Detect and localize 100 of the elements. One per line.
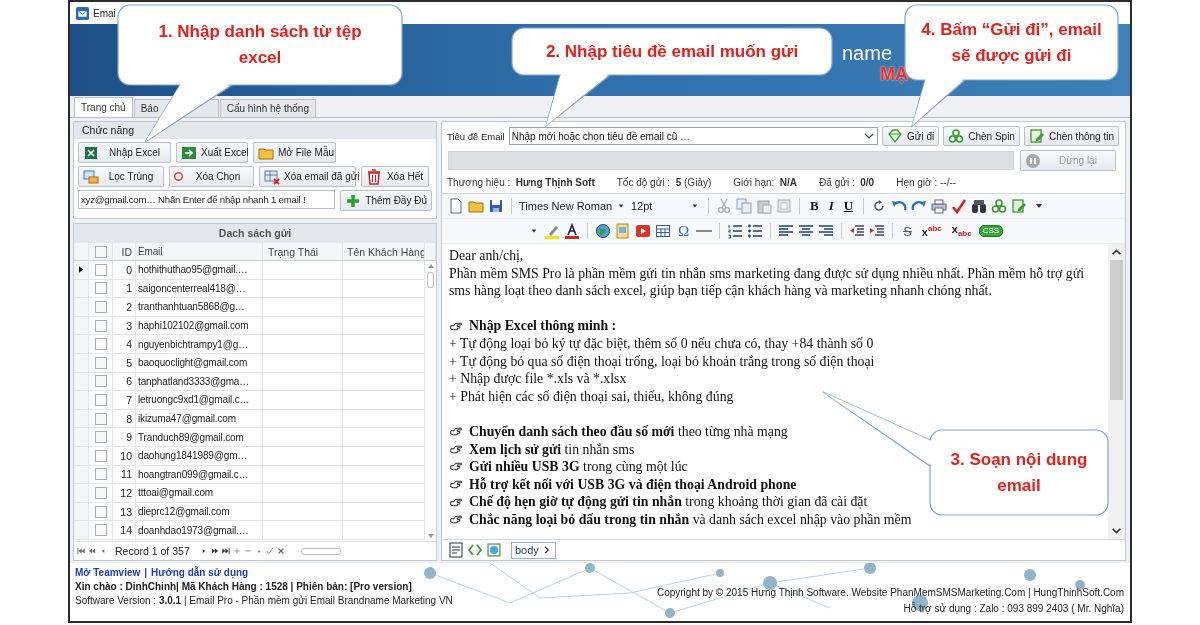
banner-subtitle: MẠ — [880, 64, 908, 84]
outdent-icon — [849, 223, 866, 239]
banner-text: name — [842, 42, 893, 64]
checkbox[interactable] — [94, 412, 107, 425]
scroll-thumb[interactable] — [1110, 260, 1123, 400]
symbol-button[interactable]: Ω — [675, 222, 693, 240]
window-title: Emai — [93, 7, 116, 19]
scroll-thumb[interactable] — [300, 547, 341, 555]
table-cell: daohung1841989@gm… — [136, 446, 263, 465]
checkbox[interactable] — [94, 468, 107, 481]
checkbox[interactable] — [94, 524, 107, 537]
table-cell: 9 — [113, 428, 136, 446]
group-title: Chức năng — [74, 122, 436, 139]
column-header[interactable]: Email — [136, 243, 263, 260]
table-icon — [655, 223, 671, 239]
printer-icon — [931, 198, 948, 214]
checkbox[interactable] — [94, 245, 107, 258]
size-dropdown[interactable]: 12pt — [631, 200, 701, 212]
feature-text: Xem lịch sử gửi tin nhắn sms — [469, 440, 635, 459]
add-button[interactable]: Thêm Đầy Đủ — [340, 190, 432, 211]
callout-text: 3. Soạn nội dung email — [949, 448, 1089, 497]
table-cell: 4 — [113, 335, 136, 353]
windows-icon — [83, 168, 99, 185]
table-cell: hothithuthao95@gmail.… — [136, 261, 263, 279]
line-icon — [696, 230, 713, 232]
paragraph-text: Dear anh/chị, — [449, 247, 525, 265]
breadcrumb-tag[interactable]: body — [511, 541, 556, 559]
export-icon — [181, 144, 197, 161]
teamview-link[interactable]: Mở Teamview — [75, 567, 141, 578]
tab[interactable]: Trang chủ — [74, 97, 133, 117]
checkbox[interactable] — [94, 356, 107, 369]
email-input-field[interactable]: xyz@gmail.com… Nhấn Enter để nhập nhanh 1 email ! — [78, 190, 336, 209]
callout-text: 2. Nhập tiêu đề email muốn gửi — [545, 40, 799, 63]
last-icon — [220, 546, 231, 556]
column-header[interactable]: ID — [113, 243, 136, 260]
globe-icon — [595, 223, 611, 239]
envelope-icon — [76, 6, 89, 20]
guide-link[interactable]: Hướng dẫn sử dụng — [151, 567, 249, 578]
status-text: Tốc độ gửi : 5 (Giây) — [616, 177, 712, 188]
format-button[interactable]: U — [840, 197, 857, 215]
toolbar-button[interactable]: Mở File Mẫu — [253, 142, 336, 163]
checkbox[interactable] — [94, 486, 107, 499]
preview-icon — [486, 542, 502, 558]
checkbox[interactable] — [94, 319, 107, 332]
column-header[interactable]: Trạng Thái — [263, 243, 343, 260]
binoculars-icon — [971, 198, 988, 214]
checkbox[interactable] — [94, 338, 107, 351]
scroll-down-icon[interactable] — [1112, 528, 1121, 534]
version-info: Software Version : 3.0.1 | Email Pro - Phần mềm gửi Email Brandname Marketing VN — [75, 595, 453, 606]
table-cell: 13 — [113, 502, 136, 521]
toolbar-button[interactable]: Xuất Excel — [176, 142, 248, 163]
toolbar-button[interactable]: Xóa Hết — [361, 166, 429, 187]
indent-icon — [869, 223, 886, 239]
feature-text: Nhập Excel thông minh : — [469, 317, 617, 335]
toolbar-button[interactable]: Lọc Trùng — [78, 166, 164, 187]
tab[interactable]: Cấu hình hệ thống — [219, 99, 316, 117]
action-button[interactable]: Chèn thông tin — [1023, 126, 1119, 146]
scroll-thumb[interactable] — [427, 272, 434, 288]
format-button[interactable]: B — [807, 197, 822, 215]
status-text: Thương hiệu : Hưng Thịnh Soft — [447, 177, 595, 188]
checkbox[interactable] — [94, 449, 107, 462]
checkbox[interactable] — [94, 301, 107, 313]
scroll-up-icon[interactable] — [1112, 249, 1121, 255]
table-cell: letruongc9xd1@gmail.c… — [136, 391, 263, 409]
action-button[interactable]: Chèn Spin — [943, 126, 1020, 146]
first-icon — [76, 546, 86, 556]
subject-field[interactable]: Nhập mới hoặc chọn tiêu đề email cũ … — [508, 127, 878, 145]
plus-icon — [345, 192, 362, 209]
table-cell: tanphatland3333@gma… — [136, 372, 263, 391]
toolbar-button[interactable]: Nhập Excel — [78, 142, 171, 163]
paragraph-text: + Tự động loại bỏ ký tự đặc biệt, thêm số 0 nếu chưa có, thay +84 thành số 0 — [449, 334, 875, 353]
checkbox[interactable] — [94, 282, 107, 295]
format-button[interactable]: I — [825, 197, 837, 215]
checkbox[interactable] — [94, 505, 107, 518]
toolbar-button[interactable]: Xóa Chọn — [169, 166, 254, 187]
subscript-button[interactable]: x$_{abc}$ — [948, 222, 975, 240]
status-text: Hẹn giờ : --/-- — [896, 177, 957, 188]
checkbox[interactable] — [94, 393, 107, 406]
table-cell: 7 — [113, 391, 136, 409]
check-mark-icon — [951, 198, 968, 214]
checkbox[interactable] — [94, 431, 107, 444]
action-button[interactable]: Gửi đi — [881, 126, 940, 146]
save-icon — [488, 198, 504, 214]
checkbox[interactable] — [94, 375, 107, 388]
scrollbar[interactable] — [1108, 244, 1125, 539]
code-brackets-icon — [467, 542, 483, 558]
callout-text: 1. Nhập danh sách từ tệp excel — [157, 21, 363, 69]
font-color-icon — [564, 223, 580, 239]
feature-text: Gửi nhiều USB 3G trong cùng một lúc — [469, 458, 688, 476]
table-cell: Tranduch89@gmail.com — [136, 428, 263, 446]
table-cell: ikizuma47@gmail.com — [136, 409, 263, 428]
link-separator: | — [144, 567, 148, 578]
paragraph-text: Phần mềm SMS Pro là phần mềm gửi tin nhắn sms marketing đang được sử dụng nhiều nhất. Phần mềm hỗ trợ gửi sms hàng loạt theo danh sách excel, giúp bạn tiếp cận khách hàng và marketing nhanh chóng nhất. — [449, 264, 1086, 300]
strikethrough-button[interactable]: S — [900, 222, 915, 240]
checkbox[interactable] — [94, 263, 107, 276]
font-dropdown[interactable]: Times New Roman — [519, 200, 627, 212]
align-right-icon — [818, 223, 835, 239]
video-icon — [635, 223, 651, 239]
table-cell: doanhdao1973@gmail.… — [136, 521, 263, 539]
superscript-button[interactable]: x$^{abc}$ — [918, 222, 945, 240]
